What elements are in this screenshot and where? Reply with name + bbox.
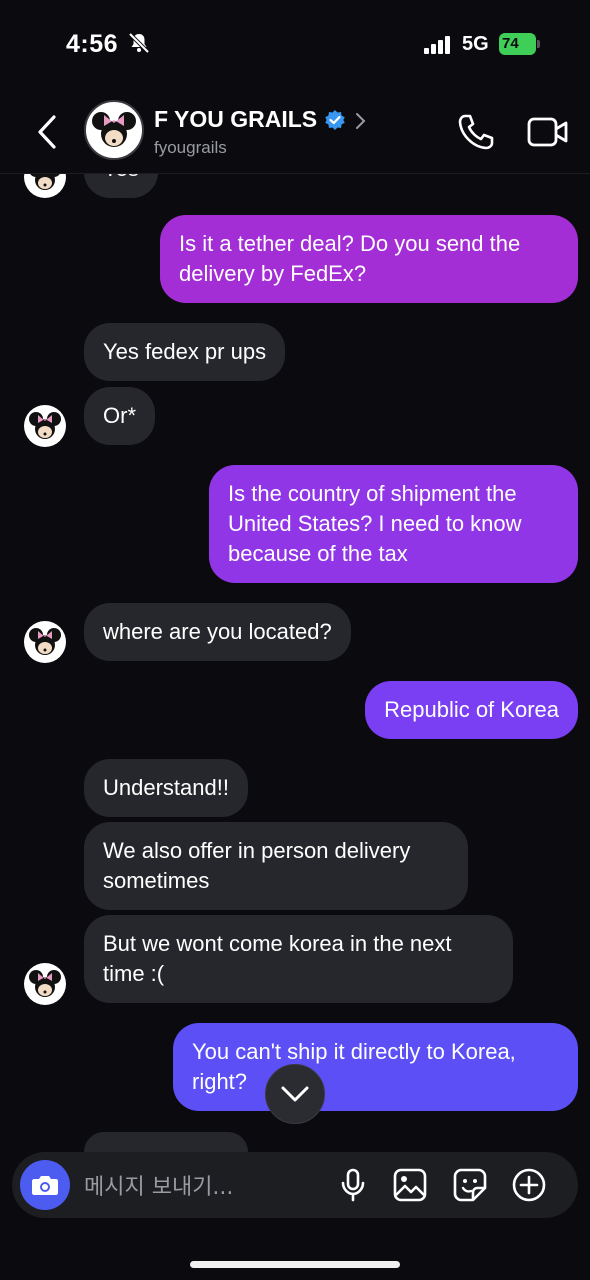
gallery-icon: [393, 1168, 427, 1202]
plus-icon: [512, 1168, 546, 1202]
gallery-button[interactable]: [391, 1166, 429, 1204]
message-bubble-incoming[interactable]: Yes fedex pr ups: [84, 323, 286, 381]
chat-title[interactable]: F YOU GRAILS: [154, 106, 368, 133]
microphone-icon: [341, 1168, 365, 1202]
message-bubble-outgoing[interactable]: Republic of Korea: [365, 681, 578, 739]
profile-username: fyougrails: [154, 138, 227, 157]
sender-avatar[interactable]: [24, 963, 66, 1005]
message-input[interactable]: 메시지 보내기...: [84, 1169, 324, 1201]
sticker-button[interactable]: [451, 1166, 489, 1204]
voice-message-button[interactable]: [334, 1166, 372, 1204]
video-camera-icon: [527, 117, 568, 147]
camera-button[interactable]: [20, 1160, 70, 1210]
home-indicator[interactable]: [190, 1261, 400, 1268]
back-icon: [38, 115, 56, 149]
message-bubble-incoming[interactable]: But we wont come korea in the next time …: [84, 915, 513, 1003]
message-composer: 메시지 보내기...: [12, 1152, 578, 1218]
more-options-button[interactable]: [510, 1166, 548, 1204]
voice-call-button[interactable]: [456, 112, 496, 152]
profile-avatar[interactable]: [84, 100, 144, 160]
sender-avatar[interactable]: [24, 405, 66, 447]
chevron-down-icon: [281, 1086, 309, 1102]
chevron-right-icon: [354, 110, 368, 130]
chat-header: F YOU GRAILS fyougrails: [0, 90, 590, 174]
phone-icon: [458, 114, 494, 150]
camera-icon: [32, 1176, 58, 1195]
back-button[interactable]: [30, 110, 64, 154]
message-bubble-incoming[interactable]: where are you located?: [84, 603, 351, 661]
message-bubble-outgoing[interactable]: Is the country of shipment the United St…: [209, 465, 578, 583]
message-bubble-incoming[interactable]: Or*: [84, 387, 155, 445]
message-bubble-incoming[interactable]: We also offer in person delivery sometim…: [84, 822, 468, 910]
minnie-mouse-icon: [92, 112, 136, 147]
scroll-to-bottom-button[interactable]: [265, 1064, 325, 1124]
video-call-button[interactable]: [526, 112, 570, 152]
sticker-icon: [453, 1168, 487, 1202]
profile-name: F YOU GRAILS: [154, 106, 318, 132]
message-bubble-incoming[interactable]: Understand!!: [84, 759, 248, 817]
message-bubble-outgoing[interactable]: Is it a tether deal? Do you send the del…: [160, 215, 578, 303]
verified-icon: [324, 109, 346, 131]
message-bubble-outgoing[interactable]: You can't ship it directly to Korea, rig…: [173, 1023, 578, 1111]
sender-avatar[interactable]: [24, 621, 66, 663]
